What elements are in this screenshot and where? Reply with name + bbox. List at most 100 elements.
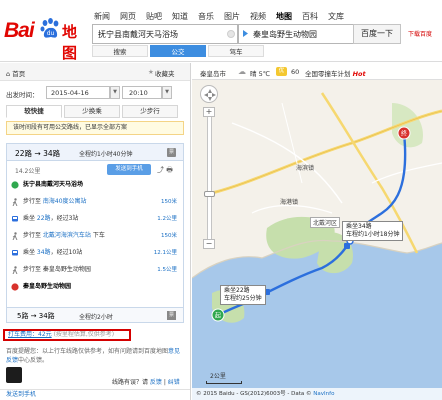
- nav-video[interactable]: 视频: [250, 11, 266, 23]
- step-link[interactable]: 南海40度公寓站: [43, 198, 87, 205]
- route-2-header[interactable]: 5路 → 34路 全程约2小时 票: [6, 307, 184, 323]
- panel-toolbar: ⌂ 首页 ★ 收藏夹: [0, 63, 190, 81]
- route-bubble-34[interactable]: 乘坐34路 车程约1小时18分钟: [342, 221, 404, 241]
- date-input[interactable]: 2015-04-16: [46, 86, 110, 99]
- baidu-map-logo[interactable]: Bai du 地图: [4, 16, 88, 62]
- route-bubble-22[interactable]: 乘坐22路 车程约25分钟: [220, 285, 266, 305]
- route-1-ticket-badge: 票: [167, 148, 176, 157]
- panel-bottom-link[interactable]: 发送到手机: [0, 389, 190, 400]
- weather-text: 晴 5℃: [250, 70, 271, 78]
- share-print-icon[interactable]: ⤴ 🖶: [157, 165, 173, 177]
- send-to-phone-button[interactable]: 发送到手机: [107, 164, 151, 175]
- route-1-summary: 全程约1小时40分钟: [79, 151, 133, 158]
- tab-fewer-transfers[interactable]: 少换乘: [64, 105, 120, 118]
- step-prefix: 乘坐: [23, 215, 37, 222]
- step-link[interactable]: 北戴河海滨汽车站: [43, 232, 91, 239]
- city-selector[interactable]: 秦皇岛市: [200, 68, 226, 78]
- route-feedback: 线路有误？请 反馈 | 纠错: [112, 379, 180, 386]
- route-step[interactable]: 步行至 秦皇岛野生动物园 1.5公里: [7, 264, 183, 276]
- step-link[interactable]: 34路: [37, 249, 51, 256]
- town-label: 海滨镇: [296, 165, 315, 172]
- route-1-header[interactable]: 22路 → 34路 全程约1小时40分钟 票: [6, 143, 184, 161]
- home-link[interactable]: ⌂ 首页: [6, 68, 25, 78]
- route-2-summary: 全程约2小时: [79, 314, 113, 321]
- route-1-title: 22路 → 34路: [15, 149, 61, 158]
- start-marker[interactable]: 起: [211, 308, 225, 322]
- bus-stop-icon: [344, 243, 350, 249]
- navinfo-link[interactable]: NavInfo: [313, 391, 334, 397]
- svg-text:终: 终: [401, 130, 407, 138]
- route-step[interactable]: 乘坐 34路，经过10站 12.1公里: [7, 247, 183, 259]
- zoom-in-button[interactable]: +: [203, 107, 215, 117]
- step-distance: 12.1公里: [153, 250, 177, 256]
- header: Bai du 地图 新闻 网页 贴吧 知道 音乐 图片 视频 地图 百科 文库 …: [0, 0, 442, 62]
- feedback-link[interactable]: 反馈: [150, 379, 162, 386]
- logo-map-text: 地图: [62, 24, 78, 62]
- zoom-slider[interactable]: [207, 109, 212, 241]
- road: [231, 122, 343, 204]
- end-marker[interactable]: 终: [397, 126, 411, 140]
- bus-icon: [12, 250, 18, 256]
- route-panel: ⌂ 首页 ★ 收藏夹 出发时间： 2015-04-16 ▼ 20:10 ▼ 较快…: [0, 63, 191, 400]
- copyright-text: © 2015 Baidu - GS(2012)6003号 - Data ©: [196, 391, 314, 397]
- origin-input[interactable]: 抚宁县南戴河天马浴场: [92, 24, 238, 44]
- nav-tieba[interactable]: 贴吧: [146, 11, 162, 23]
- taxi-fare-value[interactable]: 打车费用：42元: [8, 331, 52, 338]
- map-view[interactable]: 起 终 秦皇岛市 ☁ 晴 5℃ 优 60 全国零撞车计划 Hot + − 北戴河…: [192, 63, 442, 400]
- origin-clear-icon[interactable]: [227, 30, 235, 38]
- time-input[interactable]: 20:10: [122, 86, 162, 99]
- step-suffix: ，经过10站: [50, 249, 83, 256]
- top-nav: 新闻 网页 贴吧 知道 音乐 图片 视频 地图 百科 文库: [94, 11, 354, 23]
- tab-less-walking[interactable]: 少步行: [122, 105, 178, 118]
- search-button[interactable]: 百度一下: [353, 24, 401, 44]
- time-dropdown-icon[interactable]: ▼: [162, 86, 172, 99]
- route-step[interactable]: 抚宁县南戴河天马浴场: [7, 179, 183, 191]
- correction-link[interactable]: 纠错: [168, 379, 180, 386]
- walk-icon: [12, 266, 18, 274]
- pan-control-icon[interactable]: [200, 85, 218, 103]
- tab-fastest[interactable]: 较快捷: [6, 105, 62, 118]
- step-text: 步行至 秦皇岛野生动物园: [23, 264, 91, 276]
- step-distance: 1.5公里: [157, 267, 177, 273]
- nav-zhidao[interactable]: 知道: [172, 11, 188, 23]
- zoom-out-button[interactable]: −: [203, 239, 215, 249]
- swap-arrow-icon[interactable]: [242, 29, 250, 38]
- nav-music[interactable]: 音乐: [198, 11, 214, 23]
- route-step[interactable]: 步行至 北戴河海滨汽车站 下车 150米: [7, 230, 183, 242]
- promo-link[interactable]: 全国零撞车计划 Hot: [305, 68, 366, 78]
- tab-search[interactable]: 搜索: [92, 45, 148, 57]
- tab-bus[interactable]: 公交: [150, 45, 206, 57]
- step-link[interactable]: 22路: [37, 215, 51, 222]
- zoom-handle[interactable]: [204, 191, 215, 197]
- destination-value: 秦皇岛野生动物园: [253, 30, 317, 39]
- disclaimer-text: 百度提醒您：以上行车线路仅供参考，如有问题请到百度地图: [6, 348, 169, 355]
- disclaimer-text-end: 中心反馈。: [18, 357, 49, 364]
- nav-images[interactable]: 图片: [224, 11, 240, 23]
- walk-icon: [12, 198, 18, 206]
- route-step[interactable]: 步行至 南海40度公寓站 150米: [7, 196, 183, 208]
- svg-text:du: du: [47, 30, 55, 37]
- date-dropdown-icon[interactable]: ▼: [110, 86, 120, 99]
- map-canvas[interactable]: 起 终: [192, 63, 442, 400]
- app-thumbnail[interactable]: [6, 367, 22, 383]
- step-text: 抚宁县南戴河天马浴场: [23, 181, 84, 188]
- nav-wenku[interactable]: 文库: [328, 11, 344, 23]
- favorites-link[interactable]: 收藏夹: [155, 68, 175, 78]
- paw-icon: du: [40, 18, 59, 38]
- route-step[interactable]: 秦皇岛野生动物园: [7, 281, 183, 293]
- nav-map[interactable]: 地图: [276, 11, 292, 23]
- nav-baike[interactable]: 百科: [302, 11, 318, 23]
- end-icon: [11, 283, 19, 291]
- step-text: 乘坐 22路，经过3站: [23, 213, 78, 225]
- tab-drive[interactable]: 驾车: [208, 45, 264, 57]
- bubble-line: 乘坐34路: [346, 223, 372, 230]
- route-1-details: 14.2公里 发送到手机 ⤴ 🖶 抚宁县南戴河天马浴场 步行至 南海40度公寓站 1…: [6, 161, 184, 315]
- aqi-icon: 优: [276, 67, 287, 76]
- step-prefix: 乘坐: [23, 249, 37, 256]
- route-step[interactable]: 乘坐 22路，经过3站 1.2公里: [7, 213, 183, 225]
- star-icon: ★: [148, 68, 154, 76]
- download-link[interactable]: 下载百度: [408, 29, 432, 38]
- nav-news[interactable]: 新闻: [94, 11, 110, 23]
- step-prefix: 步行至: [23, 198, 43, 205]
- nav-web[interactable]: 网页: [120, 11, 136, 23]
